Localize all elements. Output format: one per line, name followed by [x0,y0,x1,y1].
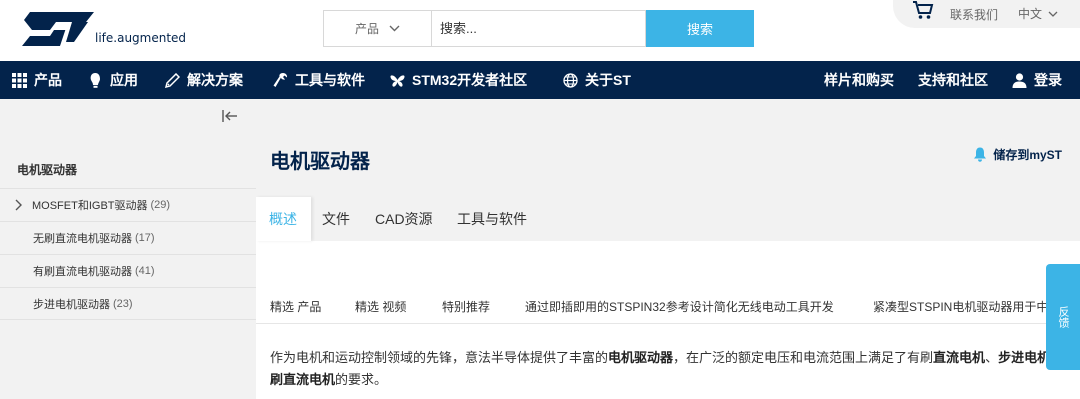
globe-icon [563,72,578,88]
tab-tools-software[interactable]: 工具与软件 [457,197,527,241]
user-icon [1012,72,1027,88]
chevron-down-icon [1048,11,1058,17]
butterfly-icon [390,74,405,87]
title-band: 电机驱动器 储存到myST [256,99,1080,197]
nav-label: 关于ST [585,72,631,88]
page-title: 电机驱动器 [270,151,370,173]
feature-tab-compact-stspin[interactable]: 紧凑型STSPIN电机驱动器用于中 [873,298,1048,315]
tab-documents[interactable]: 文件 [322,197,350,241]
intro-text: 的要求。 [335,372,388,387]
save-to-myst-button[interactable]: 储存到myST [973,146,1062,163]
sidebar-item-brushed-dc[interactable]: 有刷直流电机驱动器 (41) [0,254,256,287]
search-bar: 产品 搜索 [323,10,754,47]
sidebar-item-count: (29) [150,199,171,211]
wrench-icon [273,72,288,87]
feature-tab-videos[interactable]: 精选 视频 [355,298,406,315]
nav-label: STM32开发者社区 [412,72,528,88]
sidebar-item-label: 无刷直流电机驱动器 [33,233,132,245]
feature-tab-stspin32[interactable]: 通过即插即用的STSPIN32参考设计简化无线电动工具开发 [525,298,834,315]
search-input[interactable] [431,10,646,47]
nav-item-applications[interactable]: 应用 [88,61,138,99]
nav-item-products[interactable]: 产品 [12,61,62,99]
main-content: 电机驱动器 储存到myST 概述 文件 CAD资源 工具与软件 精选 产品 精选… [256,99,1080,399]
nav-label: 样片和购买 [824,72,894,88]
search-category-label: 产品 [354,22,379,36]
sidebar-item-label: MOSFET和IGBT驱动器 [32,200,148,212]
nav-item-support-community[interactable]: 支持和社区 [918,61,988,99]
feature-tab-products[interactable]: 精选 产品 [270,298,321,315]
nav-label: 解决方案 [187,72,243,88]
nav-label: 工具与软件 [295,72,365,88]
bulb-icon [90,72,100,88]
nav-item-stm32-community[interactable]: STM32开发者社区 [390,61,527,99]
sidebar-item-brushless-dc[interactable]: 无刷直流电机驱动器 (17) [0,221,256,254]
bell-icon [974,147,987,162]
nav-label: 产品 [34,72,62,88]
chevron-down-icon [389,25,400,32]
intro-text: 作为电机和运动控制领域的先锋，意法半导体提供了丰富的 [270,350,609,365]
grid-icon [12,72,27,88]
sidebar-item-count: (23) [113,297,133,310]
intro-text: 、 [985,350,999,365]
tab-overview[interactable]: 概述 [256,197,311,241]
sidebar-list: MOSFET和IGBT驱动器 (29) 无刷直流电机驱动器 (17) 有刷直流电… [0,188,256,320]
nav-label: 登录 [1034,72,1062,88]
intro-bold: 步进电机 [998,350,1051,365]
sidebar-item-count: (41) [135,265,155,277]
top-header: life.augmented 产品 搜索 联系我们 中文 [0,0,1080,61]
tab-cad-resources[interactable]: CAD资源 [375,197,433,241]
collapse-sidebar-icon[interactable] [222,109,238,123]
nav-item-tools-software[interactable]: 工具与软件 [273,61,365,99]
main-nav: 产品 应用 解决方案 工具与软件 STM32开发者社区 关于ST 样片和购买 支… [0,61,1080,99]
save-label: 储存到myST [993,148,1062,162]
sidebar-item-label: 步进电机驱动器 [33,298,110,311]
language-select[interactable]: 中文 [1018,5,1058,22]
nav-label: 应用 [110,72,138,88]
tab-bar: 概述 文件 CAD资源 工具与软件 [256,197,1080,241]
feature-tabs: 精选 产品 精选 视频 特别推荐 通过即插即用的STSPIN32参考设计简化无线… [256,294,1080,324]
sidebar-item-stepper[interactable]: 步进电机驱动器 (23) [0,287,256,320]
nav-item-about-st[interactable]: 关于ST [563,61,631,99]
pencil-icon [165,72,180,88]
intro-text: ，在广泛的额定电压和电流范围上满足了有刷 [673,350,934,365]
search-category-select[interactable]: 产品 [323,10,431,47]
cart-icon[interactable] [912,0,934,20]
sidebar-item-label: 有刷直流电机驱动器 [33,266,132,278]
tagline: life.augmented [95,31,187,45]
search-button[interactable]: 搜索 [646,10,754,47]
sidebar: 电机驱动器 MOSFET和IGBT驱动器 (29) 无刷直流电机驱动器 (17)… [0,99,256,399]
intro-paragraph: 作为电机和运动控制领域的先锋，意法半导体提供了丰富的电机驱动器，在广泛的额定电压… [270,347,1080,391]
intro-bold: 直流电机 [933,350,986,365]
nav-item-login[interactable]: 登录 [1012,61,1062,99]
feedback-button[interactable]: 反馈 [1046,264,1080,370]
nav-item-solutions[interactable]: 解决方案 [165,61,243,99]
nav-label: 支持和社区 [918,72,988,88]
chevron-right-icon[interactable] [14,199,24,211]
st-logo[interactable] [16,8,96,48]
sidebar-item-count: (17) [135,232,155,244]
language-label: 中文 [1018,7,1043,21]
intro-bold: 电机驱动器 [608,350,674,365]
contact-link[interactable]: 联系我们 [950,6,998,23]
nav-item-samples-buy[interactable]: 样片和购买 [824,61,894,99]
feedback-label: 反馈 [1057,306,1069,328]
sidebar-item-mosfet-igbt[interactable]: MOSFET和IGBT驱动器 (29) [0,188,256,221]
feature-tab-highlights[interactable]: 特别推荐 [442,298,490,315]
sidebar-title: 电机驱动器 [17,163,78,177]
